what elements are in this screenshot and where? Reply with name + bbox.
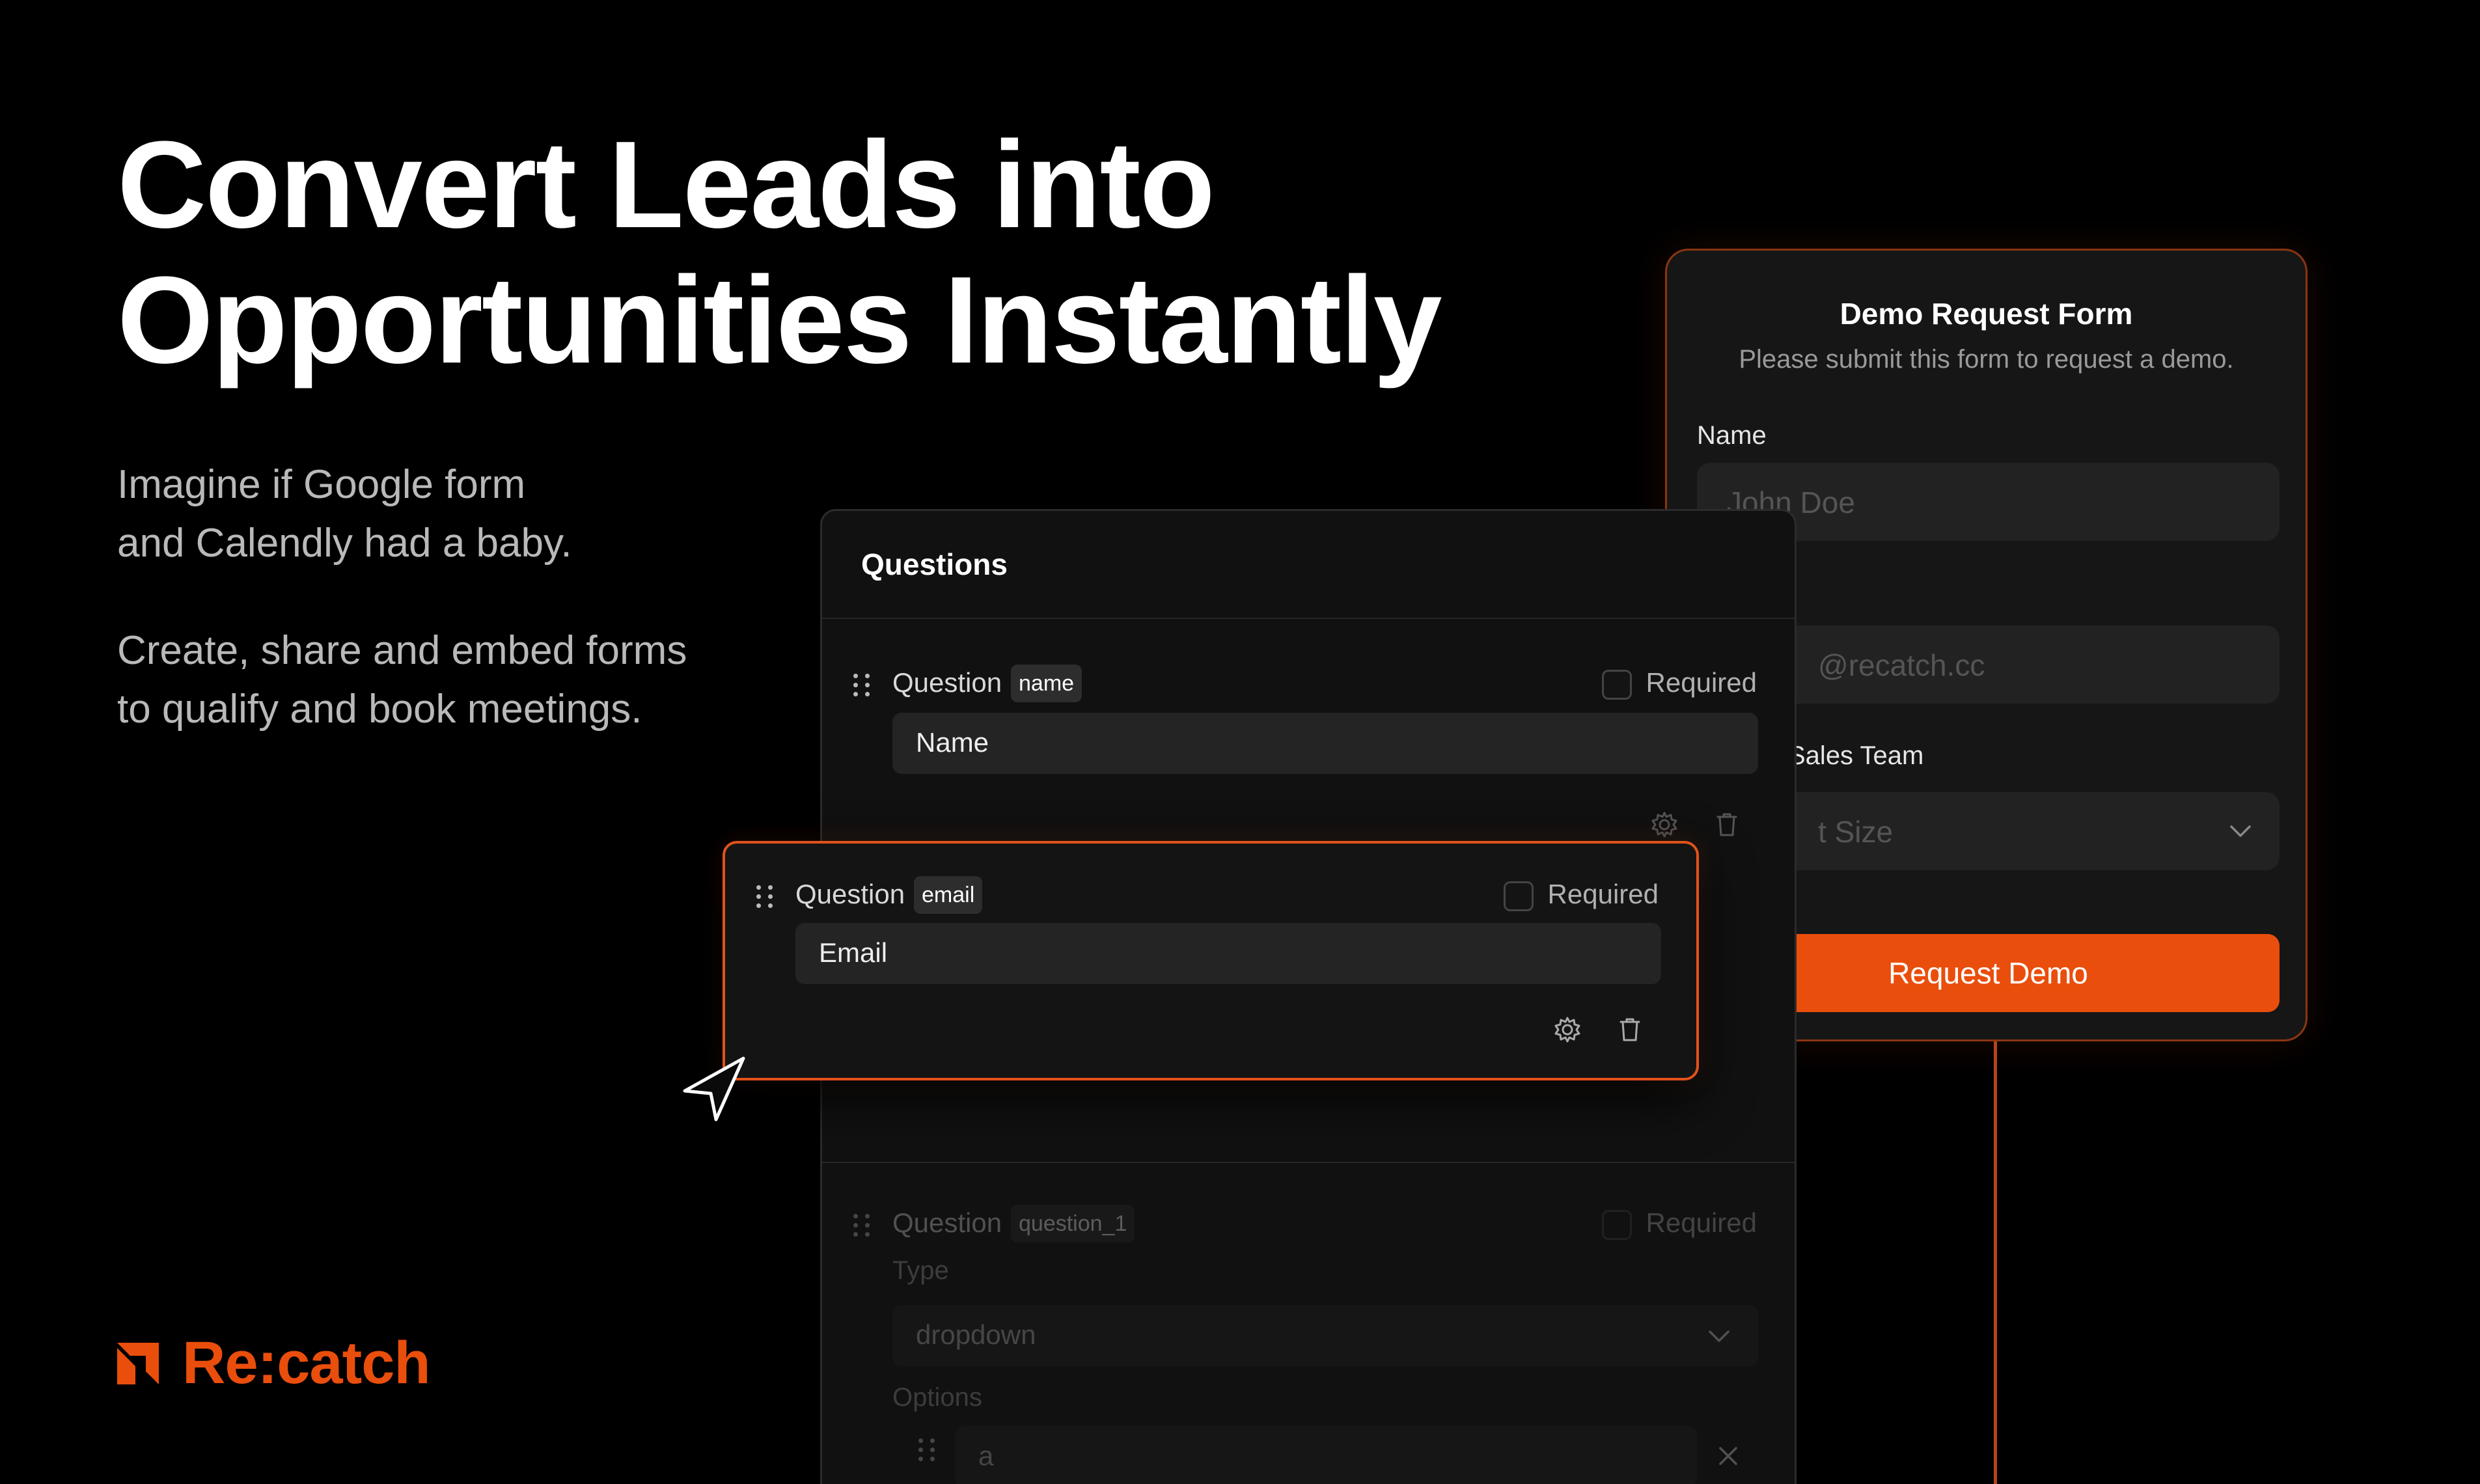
question-key-badge: name bbox=[1011, 665, 1082, 702]
connector-line bbox=[1994, 1041, 1997, 1484]
name-label: Name bbox=[1697, 421, 1767, 450]
question-key-badge: email bbox=[914, 876, 983, 914]
drag-handle-icon[interactable] bbox=[756, 885, 775, 908]
drag-handle-icon[interactable] bbox=[853, 674, 872, 696]
hero-tagline: Imagine if Google form and Calendly had … bbox=[117, 456, 687, 739]
type-select[interactable]: dropdown bbox=[892, 1305, 1758, 1366]
hero-headline-line-2: Opportunities Instantly bbox=[117, 251, 1442, 389]
brand-name: Re:catch bbox=[182, 1330, 431, 1396]
form-title: Demo Request Form bbox=[1839, 297, 2133, 331]
required-checkbox[interactable] bbox=[1602, 1210, 1632, 1240]
cursor-pointer-icon bbox=[683, 1056, 745, 1121]
trash-icon[interactable] bbox=[1614, 1014, 1646, 1045]
question-label-value: Email bbox=[819, 937, 888, 968]
tagline-line: to qualify and book meetings. bbox=[117, 687, 642, 732]
required-label: Required bbox=[1547, 879, 1659, 909]
question-word: Question bbox=[892, 1207, 1002, 1238]
question-word: Question bbox=[795, 879, 905, 909]
settings-gear-icon[interactable] bbox=[1649, 809, 1680, 840]
question-header: Question email Required bbox=[725, 872, 1696, 918]
form-subtitle: Please submit this form to request a dem… bbox=[1739, 345, 2234, 374]
drag-handle-icon[interactable] bbox=[918, 1438, 937, 1461]
settings-gear-icon[interactable] bbox=[1552, 1014, 1583, 1045]
question-header: Question question_1 Required bbox=[822, 1201, 1795, 1246]
hero-headline-line-1: Convert Leads into bbox=[117, 116, 1215, 254]
divider bbox=[822, 618, 1795, 619]
trash-icon[interactable] bbox=[1711, 809, 1743, 840]
type-label: Type bbox=[892, 1256, 949, 1285]
question-label-value: Name bbox=[916, 727, 989, 758]
question-key-badge: question_1 bbox=[1011, 1205, 1135, 1243]
tagline-line: and Calendly had a baby. bbox=[117, 521, 572, 566]
question-header: Question name Required bbox=[822, 661, 1795, 706]
page: Convert Leads into Opportunities Instant… bbox=[0, 0, 2480, 1484]
question-card-email-dragging[interactable]: Question email Required Email bbox=[723, 841, 1699, 1080]
tagline-line: Imagine if Google form bbox=[117, 462, 526, 507]
required-label: Required bbox=[1646, 667, 1757, 698]
option-input[interactable]: a bbox=[955, 1426, 1697, 1484]
brand-logo: Re:catch bbox=[117, 1329, 431, 1397]
recatch-logo-icon bbox=[117, 1342, 159, 1384]
divider bbox=[822, 1162, 1795, 1163]
required-label: Required bbox=[1646, 1207, 1757, 1238]
chevron-down-icon bbox=[2230, 825, 2251, 837]
team-size-label: Sales Team bbox=[1788, 741, 1924, 770]
type-value: dropdown bbox=[916, 1319, 1036, 1350]
required-checkbox[interactable] bbox=[1504, 881, 1534, 911]
question-word: Question bbox=[892, 667, 1002, 698]
options-label: Options bbox=[892, 1383, 982, 1412]
close-x-icon[interactable] bbox=[1715, 1443, 1741, 1469]
required-checkbox[interactable] bbox=[1602, 670, 1632, 700]
hero-headline: Convert Leads into Opportunities Instant… bbox=[117, 116, 1442, 389]
drag-handle-icon[interactable] bbox=[853, 1214, 872, 1237]
question-label-input[interactable]: Email bbox=[795, 923, 1661, 984]
tagline-line: Create, share and embed forms bbox=[117, 628, 687, 673]
questions-title: Questions bbox=[861, 547, 1008, 581]
chevron-down-icon bbox=[1709, 1330, 1729, 1342]
option-value: a bbox=[978, 1440, 994, 1471]
question-label-input[interactable]: Name bbox=[892, 713, 1758, 774]
